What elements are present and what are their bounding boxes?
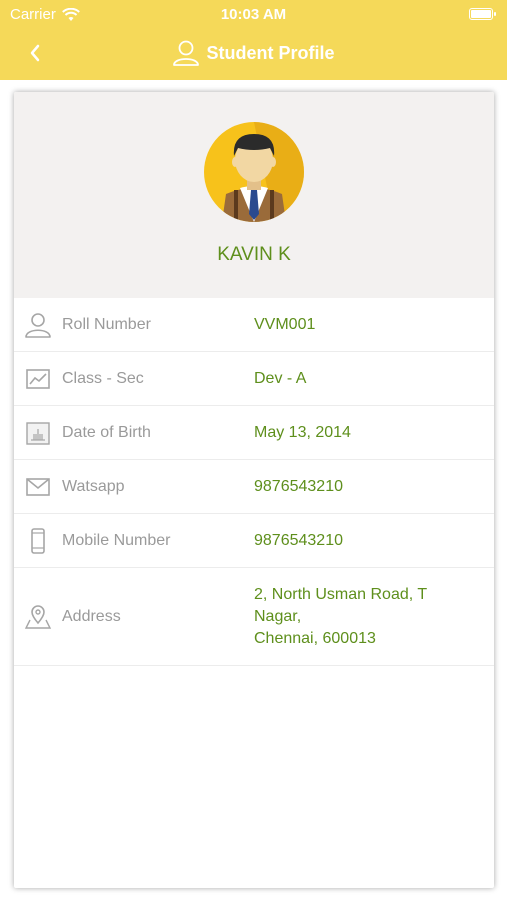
address-value: 2, North Usman Road, T Nagar, Chennai, 6…: [254, 584, 484, 650]
field-date-of-birth: Date of Birth May 13, 2014: [14, 406, 494, 460]
field-watsapp: Watsapp 9876543210: [14, 460, 494, 514]
status-bar: Carrier 10:03 AM: [0, 0, 507, 28]
app-header: Carrier 10:03 AM Student Profile: [0, 0, 507, 80]
page-title: Student Profile: [206, 42, 335, 63]
field-label: Class - Sec: [62, 369, 144, 387]
field-label: Watsapp: [62, 477, 125, 495]
field-value: VVM001: [254, 315, 316, 333]
address-line: Chennai, 600013: [254, 629, 376, 647]
field-value: 9876543210: [254, 477, 343, 495]
field-roll-number: Roll Number VVM001: [14, 298, 494, 352]
person-icon: [25, 312, 51, 338]
nav-title-group: Student Profile: [0, 38, 507, 68]
nav-bar: Student Profile: [0, 28, 507, 80]
cake-calendar-icon: [26, 421, 50, 445]
mail-icon: [26, 477, 50, 496]
field-label: Mobile Number: [62, 531, 171, 549]
field-label: Roll Number: [62, 315, 151, 333]
field-label: Date of Birth: [62, 423, 151, 441]
profile-fields: Roll Number VVM001 Class - Sec Dev - A D…: [14, 298, 494, 666]
field-value: May 13, 2014: [254, 423, 351, 441]
status-time: 10:03 AM: [220, 6, 287, 23]
chart-icon: [26, 368, 50, 389]
field-mobile-number: Mobile Number 9876543210: [14, 514, 494, 568]
field-class-sec: Class - Sec Dev - A: [14, 352, 494, 406]
phone-icon: [31, 527, 45, 554]
student-avatar: [204, 122, 304, 222]
address-line: Nagar,: [254, 607, 302, 625]
field-address: Address 2, North Usman Road, T Nagar, Ch…: [14, 568, 494, 666]
location-icon: [24, 604, 52, 629]
student-name: KAVIN K: [217, 244, 291, 265]
battery-icon: [469, 8, 496, 20]
field-label: Address: [62, 607, 121, 625]
field-value: Dev - A: [254, 369, 307, 387]
profile-header: KAVIN K: [14, 92, 494, 298]
user-icon: [173, 40, 200, 66]
address-line: 2, North Usman Road, T: [254, 585, 428, 603]
profile-card: KAVIN K Roll Number VVM001 Class - Sec D…: [14, 92, 494, 888]
field-value: 9876543210: [254, 531, 343, 549]
